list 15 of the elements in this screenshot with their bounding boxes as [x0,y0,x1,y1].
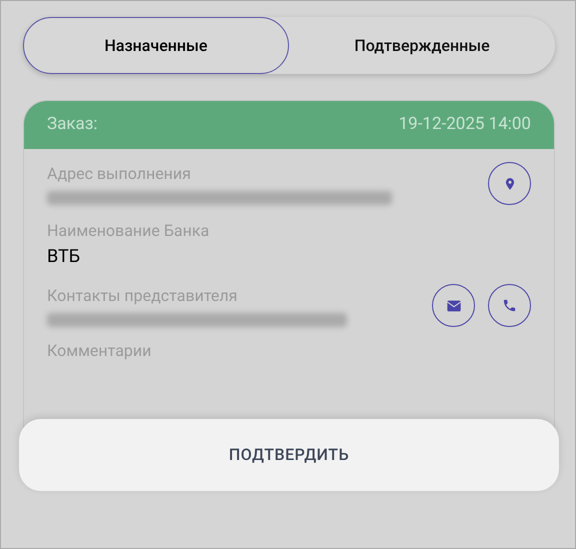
tab[interactable]: Назначенные [23,17,289,74]
field-label: Контакты представителя [47,284,238,306]
field-label: Комментарии [47,340,152,362]
mail-icon [444,298,462,314]
order-label: Заказ: [47,113,98,136]
field-value: ВТБ [47,244,82,268]
field-label: Наименование Банка [47,220,210,242]
order-datetime: 19-12-2025 14:00 [398,113,531,136]
confirm-button[interactable]: ПОДТВЕРДИТЬ [204,435,374,475]
phone-button[interactable] [488,284,531,327]
field-label: Адрес выполнения [47,162,192,184]
location-pin-button[interactable] [488,162,531,205]
phone-icon [502,298,517,313]
tab[interactable]: Подтвержденные [289,17,555,74]
email-button[interactable] [432,284,475,327]
